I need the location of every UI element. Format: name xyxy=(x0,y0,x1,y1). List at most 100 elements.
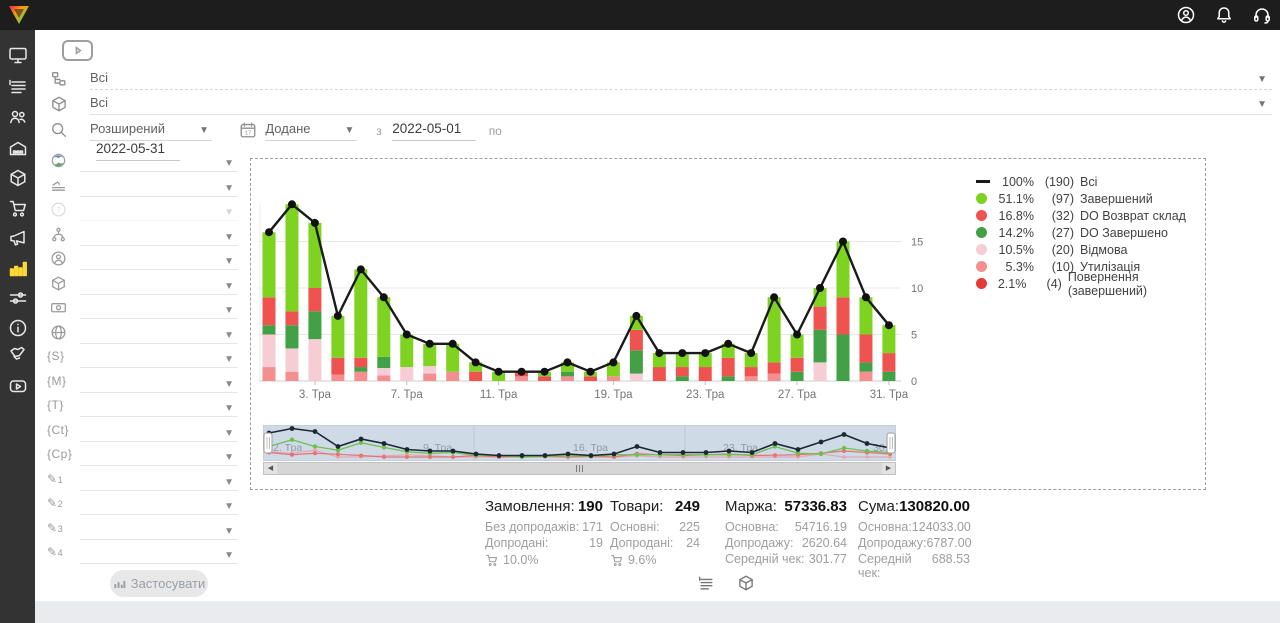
filter-row-tag-cp: {Cp}▼ xyxy=(35,444,250,468)
legend-dot-marker xyxy=(976,227,987,238)
legend-dot-marker xyxy=(976,210,987,221)
chevron-down-icon: ▼ xyxy=(224,428,234,439)
filter-select[interactable] xyxy=(80,375,238,393)
sidebar-partners-icon[interactable] xyxy=(8,343,28,363)
search-icon xyxy=(50,121,68,139)
sidebar-sliders-icon[interactable] xyxy=(8,288,28,308)
filter-select[interactable] xyxy=(80,424,238,442)
filter-row-layers: ▼ xyxy=(35,175,250,199)
sidebar-order-list-icon[interactable] xyxy=(8,77,28,97)
svg-text:10: 10 xyxy=(911,283,923,295)
product-select[interactable]: Всі ▼ xyxy=(90,95,1272,115)
filter-row-network: ▼ xyxy=(35,224,250,248)
legend-dot-marker xyxy=(976,244,987,255)
tag-s-icon: {S} xyxy=(47,349,65,363)
cube-outline-icon[interactable] xyxy=(737,574,755,592)
person-circle-icon xyxy=(50,250,67,267)
legend-percent: 16.8% xyxy=(990,209,1034,223)
filter-select[interactable] xyxy=(80,326,238,344)
filter-select[interactable] xyxy=(80,179,238,197)
date-field-select[interactable]: Додане ▼ xyxy=(265,121,357,141)
user-icon[interactable] xyxy=(1176,5,1196,25)
stat-sub-value: 2620.64 xyxy=(802,536,847,552)
legend-percent: 100% xyxy=(990,175,1034,189)
search-mode-select[interactable]: Розширений ▼ xyxy=(90,121,212,141)
navigator-left-handle[interactable] xyxy=(264,433,272,453)
pencil-icon: ✎1 xyxy=(47,472,63,486)
category-select[interactable]: Всі ▼ xyxy=(90,70,1272,90)
sidebar-users-icon[interactable] xyxy=(8,107,28,127)
cart-icon xyxy=(610,553,624,567)
sidebar-warehouse-icon[interactable] xyxy=(8,138,28,158)
filter-select[interactable] xyxy=(80,350,238,368)
filter-row-money: ▼ xyxy=(35,297,250,321)
filter-row-cube: ▼ xyxy=(35,273,250,297)
legend-item[interactable]: 10.5%(20)Відмова xyxy=(976,241,1201,258)
svg-text:19. Тра: 19. Тра xyxy=(594,389,633,401)
chevron-down-icon: ▼ xyxy=(224,305,234,316)
svg-text:27. Тра: 27. Тра xyxy=(778,389,817,401)
date-from-input[interactable]: 2022-05-01 xyxy=(392,121,476,141)
layers-icon xyxy=(50,177,67,194)
money-icon xyxy=(50,299,67,316)
filter-row-globe-wire: ▼ xyxy=(35,322,250,346)
legend-item[interactable]: 16.8%(32)DO Возврат склад xyxy=(976,207,1201,224)
stat-value: 190 xyxy=(578,498,603,520)
stat-column: Сума:130820.00Основна:124033.00Допродажу… xyxy=(858,498,970,568)
sidebar-trolley-icon[interactable] xyxy=(8,198,28,218)
chart-legend: 100%(190)Всі51.1%(97)Завершений16.8%(32)… xyxy=(976,173,1201,292)
filter-select[interactable] xyxy=(80,252,238,270)
filter-select[interactable] xyxy=(80,277,238,295)
legend-label: Повернення (завершений) xyxy=(1068,270,1201,298)
network-icon xyxy=(50,226,67,243)
legend-item[interactable]: 2.1%(4)Повернення (завершений) xyxy=(976,275,1201,292)
stat-sub-value: 171 xyxy=(582,520,603,536)
sidebar-info-icon[interactable] xyxy=(8,318,28,338)
app-logo-icon[interactable] xyxy=(7,3,31,27)
scroll-right-icon[interactable]: ▶ xyxy=(882,463,895,474)
filter-row-tag-s: {S}▼ xyxy=(35,346,250,370)
svg-text:16. Тра: 16. Тра xyxy=(573,442,608,454)
bell-icon[interactable] xyxy=(1214,5,1234,25)
chevron-down-icon: ▼ xyxy=(224,477,234,488)
legend-item[interactable]: 14.2%(27)DO Завершено xyxy=(976,224,1201,241)
sidebar-megaphone-icon[interactable] xyxy=(8,228,28,248)
filter-select[interactable] xyxy=(80,448,238,466)
sidebar-monitor-icon[interactable] xyxy=(8,45,28,65)
chart-scrollbar[interactable]: ◀ ▶ xyxy=(263,462,896,475)
stat-sub-value: 19 xyxy=(589,536,603,552)
stat-title: Товари: xyxy=(610,498,663,520)
sidebar-package-icon[interactable] xyxy=(8,168,28,188)
svg-text:17: 17 xyxy=(245,131,252,137)
list-icon[interactable] xyxy=(697,574,715,592)
legend-item[interactable]: 51.1%(97)Завершений xyxy=(976,190,1201,207)
scroll-left-icon[interactable]: ◀ xyxy=(264,463,277,474)
filter-select[interactable] xyxy=(80,203,238,221)
filter-row-tag-ct: {Ct}▼ xyxy=(35,420,250,444)
filter-select[interactable] xyxy=(80,228,238,246)
stat-title: Маржа: xyxy=(725,498,777,520)
filter-select[interactable] xyxy=(80,399,238,417)
orders-chart[interactable]: 0510153. Тра7. Тра11. Тра19. Тра23. Тра2… xyxy=(259,163,949,413)
legend-dot-marker xyxy=(976,278,987,289)
filter-select[interactable] xyxy=(80,301,238,319)
video-help-button[interactable] xyxy=(62,40,93,61)
svg-text:0: 0 xyxy=(911,376,917,388)
legend-item[interactable]: 100%(190)Всі xyxy=(976,173,1201,190)
filter-select[interactable] xyxy=(80,154,238,172)
chart-panel: 0510153. Тра7. Тра11. Тра19. Тра23. Тра2… xyxy=(250,158,1206,490)
chevron-down-icon: ▼ xyxy=(224,232,234,243)
navigator-right-handle[interactable] xyxy=(887,433,895,453)
stat-column: Товари:249Основні:225Допродані:249.6% xyxy=(610,498,700,568)
filter-select[interactable] xyxy=(80,473,238,491)
legend-label: DO Завершено xyxy=(1080,226,1168,240)
sidebar-video-icon[interactable] xyxy=(8,376,28,396)
headset-icon[interactable] xyxy=(1252,5,1272,25)
filter-row-pencil: ✎1 ▼ xyxy=(35,469,250,493)
chevron-down-icon: ▼ xyxy=(224,256,234,267)
svg-text:7. Тра: 7. Тра xyxy=(391,389,424,401)
stat-sub-value: 301.77 xyxy=(809,552,847,568)
sidebar-analytics-icon[interactable] xyxy=(8,258,28,278)
scrollbar-track[interactable] xyxy=(277,465,882,472)
chart-navigator[interactable]: 2. Тра9. Тра16. Тра23. Тра30. Тра xyxy=(263,425,896,461)
